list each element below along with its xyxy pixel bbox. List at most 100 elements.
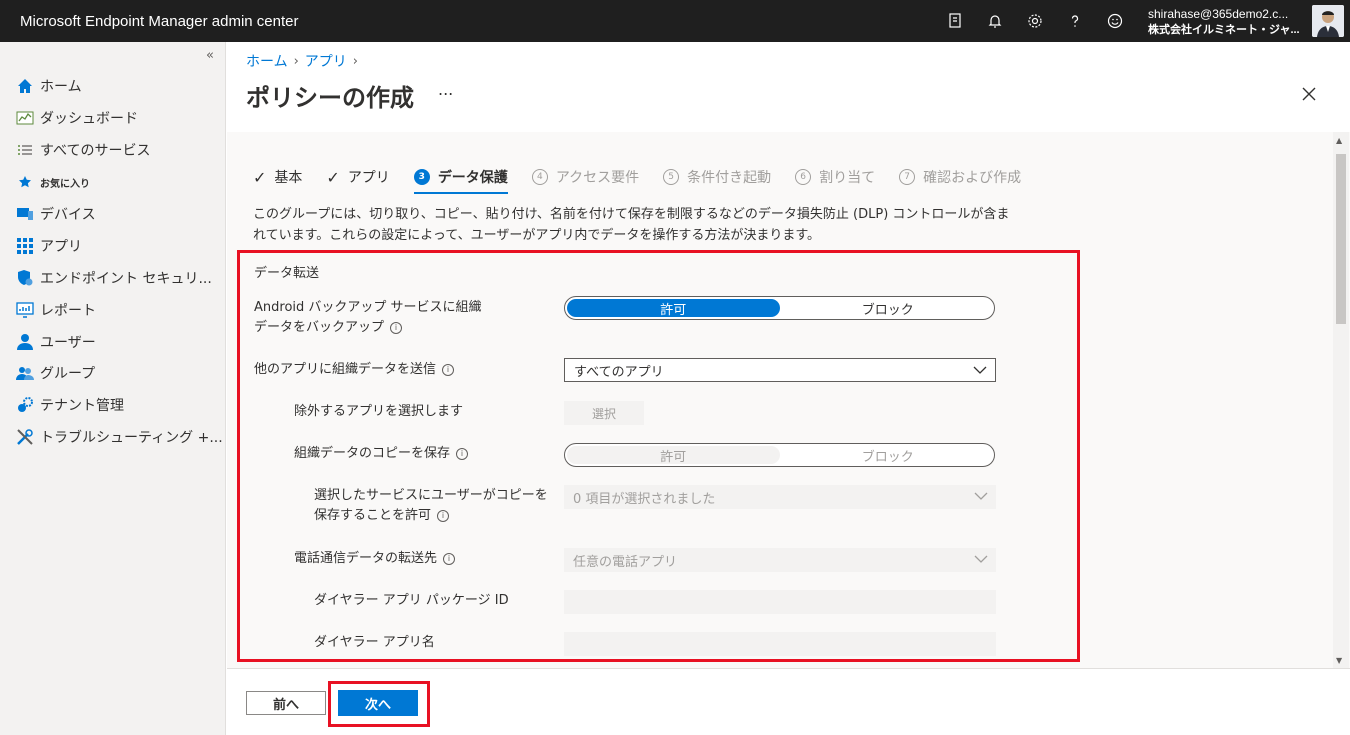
previous-button[interactable]: 前へ (246, 691, 326, 715)
allow-services-label-line2: 保存することを許可 (314, 508, 432, 523)
phone-dropdown-value: 任意の電話アプリ (573, 554, 678, 570)
select-button[interactable]: 選択 (564, 401, 644, 425)
sidebar-item-label: グループ (40, 366, 96, 382)
backup-label-line1: Android バックアップ サービスに組織 (254, 300, 482, 315)
chevron-right-icon: › (293, 53, 299, 69)
sidebar-item-label: テナント管理 (40, 398, 124, 414)
sidebar-item-apps[interactable]: アプリ (16, 235, 82, 257)
collapse-sidebar-icon[interactable]: « (206, 48, 214, 63)
sidebar-item-label: ダッシュボード (40, 111, 138, 127)
phone-dropdown[interactable]: 任意の電話アプリ (564, 548, 996, 572)
allow-services-dropdown[interactable]: 0 項目が選択されました (564, 485, 996, 509)
wizard-steps: ✓ 基本 ✓ アプリ 3 データ保護 4 アクセス要件 5 条件付き起動 6 割… (253, 162, 1045, 194)
sidebar-item-users[interactable]: ユーザー (16, 331, 96, 353)
report-icon (16, 301, 34, 319)
chevron-down-icon (973, 363, 987, 380)
sidebar-item-label: デバイス (40, 207, 96, 223)
apps-icon (16, 237, 34, 255)
backup-label: Android バックアップ サービスに組織 データをバックアップ i (254, 298, 482, 338)
chevron-down-icon (974, 552, 988, 569)
help-icon[interactable] (1055, 9, 1095, 33)
sidebar-item-label: ホーム (40, 79, 82, 95)
wrench-icon (16, 428, 34, 446)
breadcrumb-apps[interactable]: アプリ (305, 51, 347, 71)
section-description: このグループには、切り取り、コピー、貼り付け、名前を付けて保存を制限するなどのデ… (253, 207, 1010, 243)
info-icon[interactable]: i (437, 509, 450, 522)
info-icon[interactable]: i (443, 552, 456, 565)
breadcrumb-home[interactable]: ホーム (246, 51, 288, 71)
account-email: shirahase@365demo2.c... (1148, 7, 1289, 21)
step-basics[interactable]: ✓ 基本 (253, 162, 302, 192)
toggle-allow[interactable]: 許可 (567, 299, 780, 318)
sidebar-item-label: エンドポイント セキュリ... (40, 271, 212, 287)
sidebar-item-tenant-admin[interactable]: テナント管理 (16, 394, 124, 416)
tenant-icon (16, 396, 34, 414)
scroll-down-icon[interactable]: ▼ (1336, 656, 1342, 665)
main-panel: ホーム › アプリ › ポリシーの作成 ... ✓ 基本 ✓ アプリ 3 データ… (227, 42, 1350, 735)
user-icon (16, 333, 34, 351)
sidebar-item-label: トラブルシューティング +... (40, 430, 223, 446)
step-data-protection[interactable]: 3 データ保護 (413, 162, 508, 194)
sidebar-item-all-services[interactable]: すべてのサービス (16, 139, 150, 161)
sidebar-item-reports[interactable]: レポート (16, 299, 96, 321)
sidebar-item-groups[interactable]: グループ (16, 362, 95, 384)
backup-toggle[interactable]: 許可 ブロック (564, 296, 995, 320)
chevron-right-icon: › (352, 53, 358, 69)
dialer-id-input[interactable] (564, 590, 996, 614)
checkmark-icon: ✓ (326, 167, 340, 187)
send-dropdown-value: すべてのアプリ (574, 364, 664, 380)
sidebar: « ホーム ダッシュボード すべてのサービス お気に入り デバイス アプリ エン… (0, 42, 226, 735)
footer: 前へ 次へ (227, 668, 1350, 735)
vertical-scrollbar[interactable]: ▲ ▼ (1333, 132, 1349, 668)
close-icon[interactable] (1302, 82, 1316, 107)
bell-icon[interactable] (975, 9, 1015, 33)
sidebar-item-troubleshooting[interactable]: トラブルシューティング +... (16, 426, 223, 448)
gear-icon[interactable] (1015, 9, 1055, 33)
step-label: データ保護 (437, 170, 508, 186)
toggle-allow[interactable]: 許可 (567, 446, 780, 465)
sidebar-item-home[interactable]: ホーム (16, 75, 82, 97)
toggle-block[interactable]: ブロック (782, 444, 995, 466)
phone-label-text: 電話通信データの転送先 (294, 551, 438, 566)
dialer-id-label: ダイヤラー アプリ パッケージ ID (314, 593, 509, 608)
step-assignments[interactable]: 6 割り当て (795, 162, 875, 192)
more-options-icon[interactable]: ... (438, 80, 453, 99)
info-icon[interactable]: i (390, 321, 403, 334)
step-label: アプリ (347, 170, 390, 186)
step-conditional-launch[interactable]: 5 条件付き起動 (663, 162, 771, 192)
save-copy-toggle[interactable]: 許可 ブロック (564, 443, 995, 467)
info-icon[interactable]: i (456, 447, 469, 460)
sidebar-item-endpoint-security[interactable]: エンドポイント セキュリ... (16, 267, 212, 289)
info-icon[interactable]: i (442, 363, 455, 376)
step-number: 7 (899, 169, 916, 185)
section-title: データ転送 (254, 266, 320, 281)
scroll-thumb[interactable] (1336, 154, 1346, 324)
dialer-name-label: ダイヤラー アプリ名 (314, 635, 435, 650)
shield-icon (16, 269, 34, 287)
account-info[interactable]: shirahase@365demo2.c... 株式会社イルミネート・ジャ... (1148, 6, 1300, 38)
backup-label-line2: データをバックアップ (254, 320, 385, 335)
smiley-icon[interactable] (1095, 9, 1135, 33)
step-review-create[interactable]: 7 確認および作成 (899, 162, 1021, 192)
dialer-name-input[interactable] (564, 632, 996, 656)
exclude-label: 除外するアプリを選択します (294, 404, 464, 419)
step-label: 割り当て (819, 170, 876, 186)
avatar[interactable] (1312, 5, 1344, 37)
sidebar-item-dashboard[interactable]: ダッシュボード (16, 107, 138, 129)
scroll-up-icon[interactable]: ▲ (1336, 136, 1342, 145)
checkmark-icon: ✓ (253, 167, 267, 187)
allow-services-label: 選択したサービスにユーザーがコピーを 保存することを許可 i (314, 486, 548, 526)
list-icon (16, 141, 34, 159)
sidebar-item-devices[interactable]: デバイス (16, 203, 96, 225)
step-access-requirements[interactable]: 4 アクセス要件 (531, 162, 639, 192)
toggle-block[interactable]: ブロック (782, 297, 995, 319)
feedback-icon[interactable] (935, 9, 975, 33)
step-number: 4 (531, 169, 548, 185)
next-button[interactable]: 次へ (338, 690, 418, 716)
step-apps[interactable]: ✓ アプリ (326, 162, 389, 192)
send-dropdown[interactable]: すべてのアプリ (564, 358, 996, 382)
dashboard-icon (16, 109, 34, 127)
app-title[interactable]: Microsoft Endpoint Manager admin center (20, 13, 298, 30)
sidebar-item-label: レポート (40, 303, 96, 319)
step-number: 5 (663, 169, 680, 185)
